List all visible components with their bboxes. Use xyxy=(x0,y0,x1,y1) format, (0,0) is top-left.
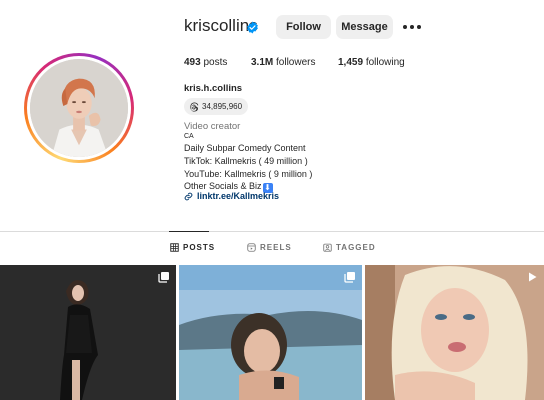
avatar-gap xyxy=(27,56,131,160)
bio-line: YouTube: Kallmekris ( 9 million ) xyxy=(184,169,313,179)
link-icon xyxy=(184,192,193,200)
bio-external-link[interactable]: linktr.ee/Kallmekris xyxy=(184,191,279,201)
profile-category: Video creator xyxy=(184,121,241,132)
post-photo xyxy=(179,265,362,400)
following-count: 1,459 xyxy=(338,57,364,68)
followers-count: 3.1M xyxy=(251,57,274,68)
tab-reels[interactable]: REELS xyxy=(247,243,292,252)
bio-line-text: Other Socials & Biz xyxy=(184,181,262,191)
tab-posts-label: POSTS xyxy=(183,243,216,252)
threads-icon xyxy=(190,101,199,112)
grid-post[interactable] xyxy=(179,265,362,400)
more-options-icon[interactable] xyxy=(403,21,423,33)
verified-badge-icon xyxy=(247,21,258,34)
tab-tagged[interactable]: TAGGED xyxy=(323,243,376,252)
follow-button[interactable]: Follow xyxy=(276,15,331,39)
reels-icon xyxy=(247,243,256,252)
carousel-icon xyxy=(344,272,355,283)
threads-count: 34,895,960 xyxy=(202,102,243,111)
profile-avatar-ring[interactable] xyxy=(24,53,134,163)
active-tab-indicator xyxy=(169,231,209,232)
dot xyxy=(410,25,414,29)
tab-reels-label: REELS xyxy=(260,243,292,252)
threads-badge[interactable]: 34,895,960 xyxy=(184,98,249,115)
reel-play-icon xyxy=(529,272,537,282)
tab-posts[interactable]: POSTS xyxy=(170,243,215,252)
posts-count-stat: 493 posts xyxy=(184,57,227,68)
bio-line: Daily Subpar Comedy Content xyxy=(184,143,306,153)
dot xyxy=(417,25,421,29)
post-photo xyxy=(0,265,176,400)
grid-icon xyxy=(170,243,179,252)
profile-location: CA xyxy=(184,133,194,140)
bio-link-text: linktr.ee/Kallmekris xyxy=(197,191,280,201)
followers-link[interactable]: 3.1M followers xyxy=(251,57,315,68)
message-button[interactable]: Message xyxy=(336,15,393,39)
posts-count: 493 xyxy=(184,57,201,68)
carousel-icon xyxy=(158,272,169,283)
post-photo xyxy=(365,265,544,400)
tab-tagged-label: TAGGED xyxy=(336,243,376,252)
profile-full-name: kris.h.collins xyxy=(184,83,243,94)
tagged-icon xyxy=(323,243,332,252)
following-link[interactable]: 1,459 following xyxy=(338,57,405,68)
avatar[interactable] xyxy=(30,59,128,157)
tabs-divider xyxy=(0,231,544,232)
posts-label: posts xyxy=(203,57,228,68)
followers-label: followers xyxy=(276,57,316,68)
dot xyxy=(403,25,407,29)
following-label: following xyxy=(365,57,405,68)
grid-post[interactable] xyxy=(0,265,176,400)
bio-line: TikTok: Kallmekris ( 49 million ) xyxy=(184,156,308,166)
avatar-photo xyxy=(30,59,128,157)
grid-post[interactable] xyxy=(365,265,544,400)
